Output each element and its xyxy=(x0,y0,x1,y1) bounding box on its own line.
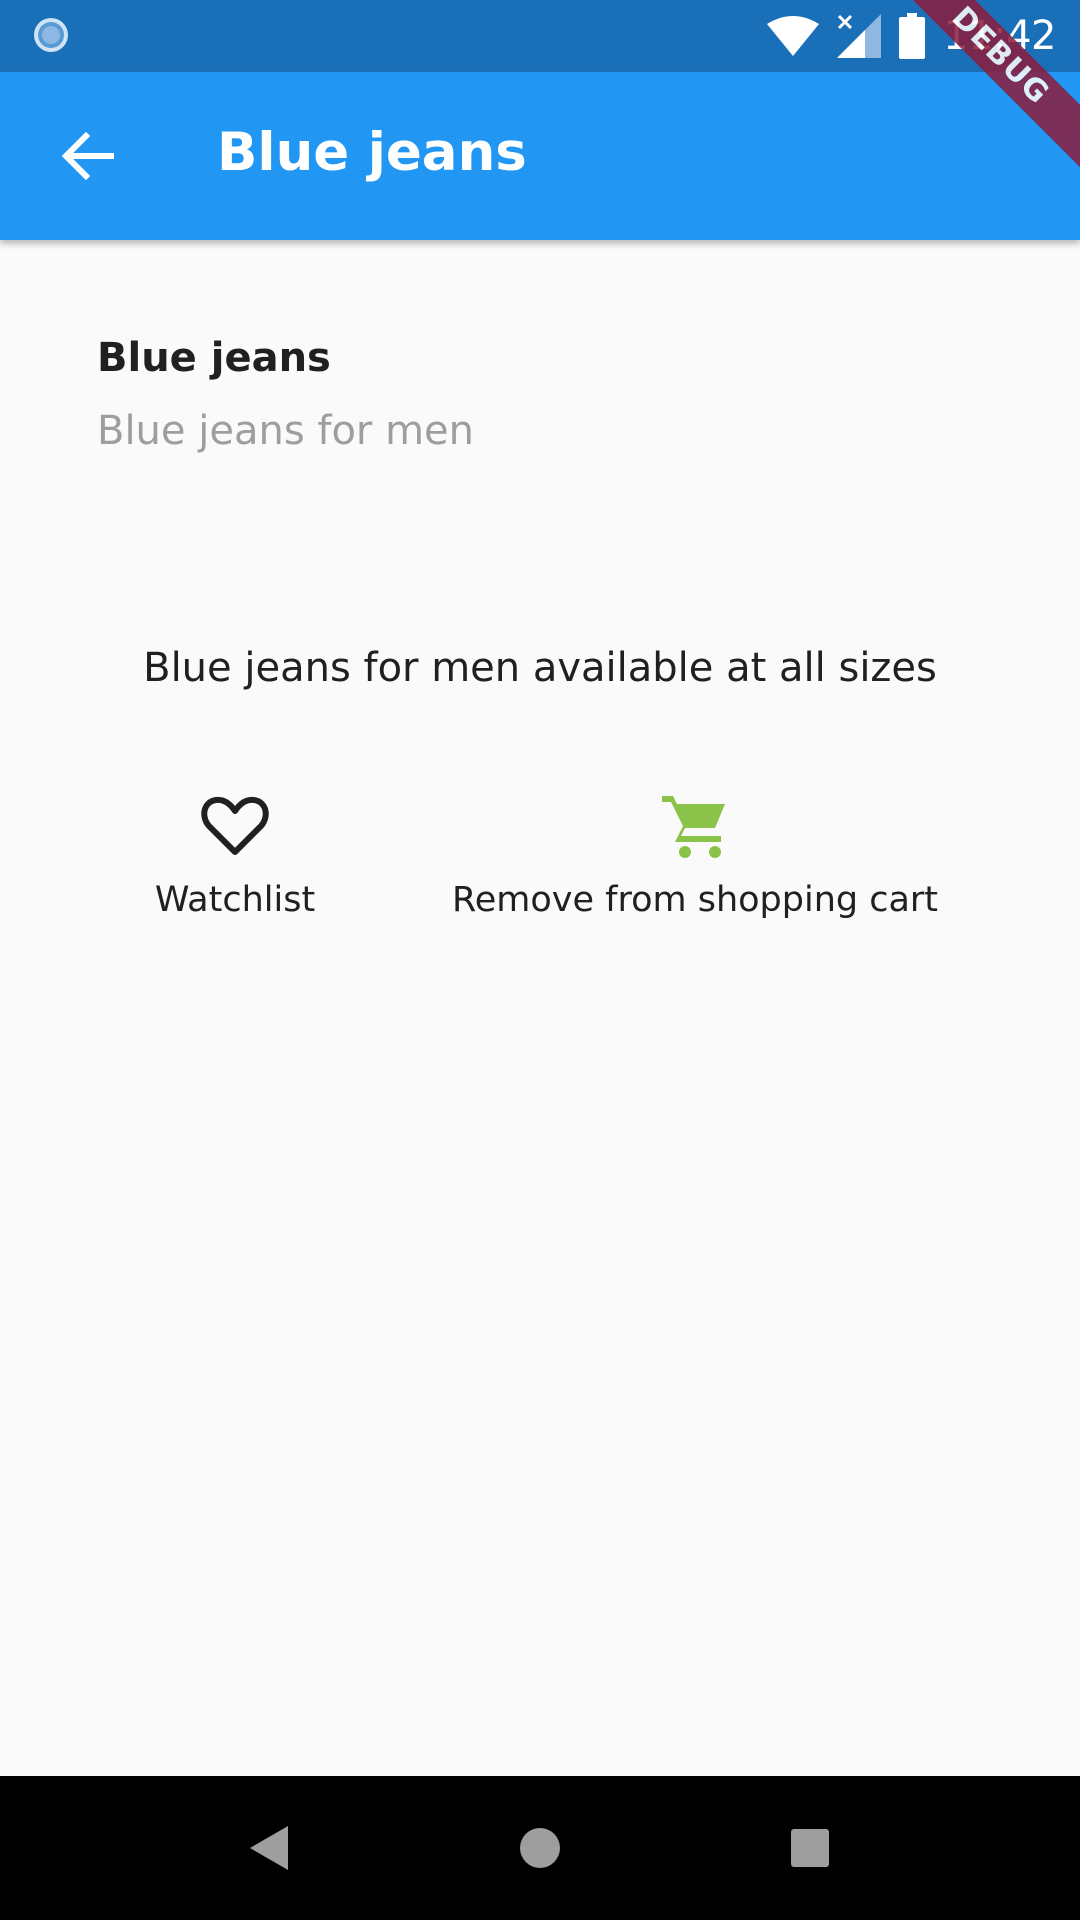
nav-home-button[interactable] xyxy=(508,1816,572,1880)
cart-label: Remove from shopping cart xyxy=(451,880,939,920)
watchlist-button[interactable]: Watchlist xyxy=(150,790,320,920)
status-bar: 11:42 xyxy=(0,0,1080,72)
nav-recents-button[interactable] xyxy=(778,1816,842,1880)
heart-outline-icon xyxy=(201,796,269,855)
system-nav-bar xyxy=(0,1776,1080,1920)
battery-icon xyxy=(899,13,926,59)
back-triangle-icon xyxy=(250,1826,288,1870)
product-title: Blue jeans xyxy=(97,335,331,381)
page-title: Blue jeans xyxy=(217,122,527,183)
product-description: Blue jeans for men available at all size… xyxy=(143,645,937,691)
cell-signal-icon xyxy=(837,14,882,58)
sync-circle-icon xyxy=(34,18,68,52)
shopping-cart-icon xyxy=(662,796,725,858)
wifi-icon xyxy=(767,16,820,56)
watchlist-label: Watchlist xyxy=(154,880,316,920)
back-button[interactable] xyxy=(48,116,128,196)
home-circle-icon xyxy=(520,1828,560,1868)
recents-square-icon xyxy=(791,1829,829,1867)
product-subtitle: Blue jeans for men xyxy=(97,408,475,454)
remove-from-cart-button[interactable]: Remove from shopping cart xyxy=(452,790,938,920)
app-bar: Blue jeans xyxy=(0,72,1080,240)
arrow-back-icon xyxy=(62,132,114,180)
nav-back-button[interactable] xyxy=(238,1816,302,1880)
